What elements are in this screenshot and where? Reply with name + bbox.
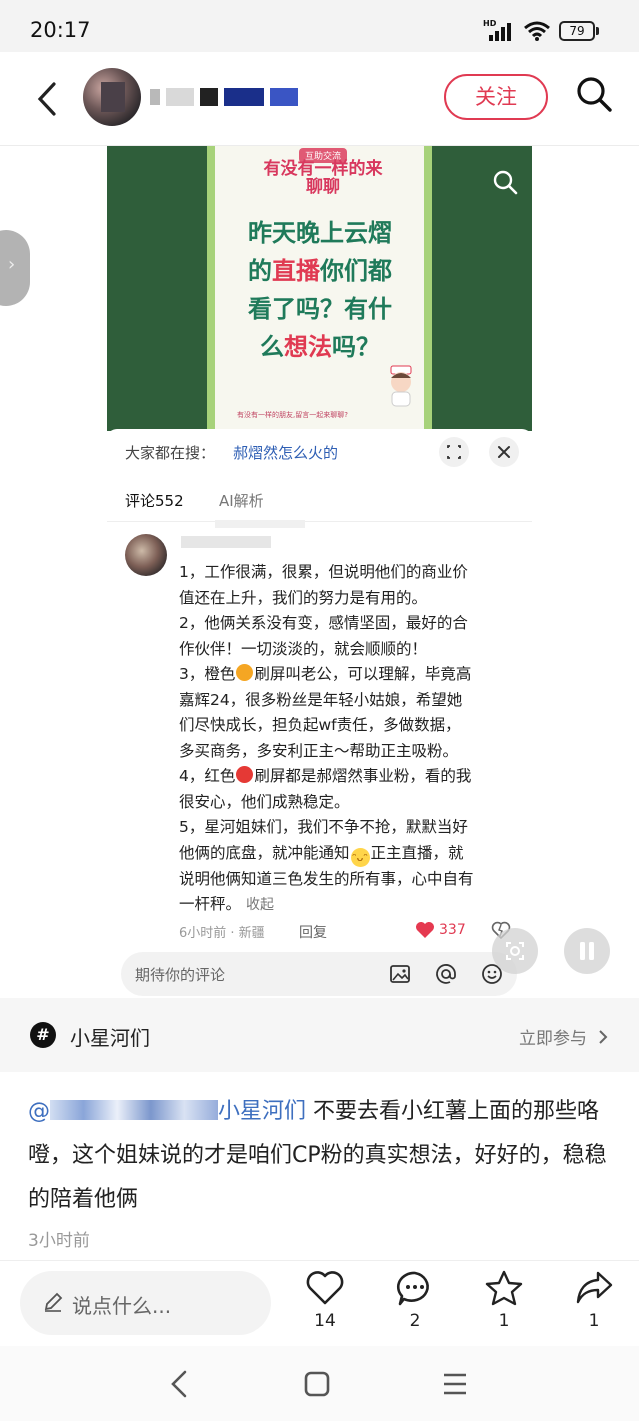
comment-text: 1，工作很满，很累，但说明他们的商业价 值还在上升，我们的努力是有用的。 2，他…	[179, 563, 474, 913]
post-header: 关注	[0, 52, 639, 146]
expand-icon	[447, 445, 461, 459]
status-icons: HD 79	[483, 19, 599, 42]
search-icon	[577, 77, 612, 112]
battery-icon: 79	[559, 21, 599, 41]
trending-keyword[interactable]: 郝熠然怎么火的	[233, 442, 338, 463]
tab-ai-analysis[interactable]: AI解析	[219, 490, 264, 511]
comment-like-button[interactable]: 337	[415, 921, 466, 939]
comment-tabs: 评论552 AI解析	[107, 482, 532, 522]
collapse-link[interactable]: 收起	[246, 897, 274, 913]
share-button[interactable]: 1	[564, 1269, 624, 1339]
like-count: 14	[314, 1311, 336, 1331]
heart-icon	[306, 1271, 344, 1305]
poster-footer: 有没有一样的朋友,留言一起来聊聊?	[237, 411, 348, 419]
join-topic-label: 立即参与	[519, 1029, 587, 1049]
poster-card: 互助交流 有没有一样的来聊聊 昨天晚上云熠 的直播你们都 看了吗？有什 么想法吗…	[207, 146, 432, 431]
comment-count: 2	[409, 1311, 421, 1331]
trending-search-bar[interactable]: 大家都在搜： 郝熠然怎么火的	[107, 429, 532, 475]
pencil-icon	[44, 1292, 63, 1312]
collect-button[interactable]: 1	[474, 1269, 534, 1339]
poster-graphic: 互助交流 有没有一样的来聊聊 昨天晚上云熠 的直播你们都 看了吗？有什 么想法吗…	[107, 146, 532, 431]
close-icon	[498, 446, 510, 458]
chevron-right-icon	[599, 1029, 608, 1044]
close-button[interactable]	[489, 437, 519, 467]
trending-prefix: 大家都在搜：	[125, 444, 216, 462]
post-image[interactable]: 互助交流 有没有一样的来聊聊 昨天晚上云熠 的直播你们都 看了吗？有什 么想法吗…	[107, 146, 532, 998]
share-icon	[576, 1271, 613, 1304]
image-search-icon[interactable]	[491, 168, 519, 196]
expand-button[interactable]	[439, 437, 469, 467]
nav-menu-icon[interactable]	[435, 1364, 475, 1404]
comment-meta: 6小时前 · 新疆	[179, 926, 265, 941]
signal-icon: HD	[483, 19, 515, 41]
say-something-placeholder: 说点什么...	[72, 1294, 172, 1318]
poster-title: 昨天晚上云熠 的直播你们都 看了吗？有什 么想法吗？	[248, 219, 392, 361]
comment-input[interactable]: 期待你的评论	[121, 952, 517, 996]
author-name-redacted[interactable]	[150, 86, 298, 108]
topic-bar[interactable]: # 小星河们 立即参与	[0, 998, 639, 1072]
grin-emoji-icon: ᵔᴗᵔ	[350, 847, 370, 867]
nav-back-icon[interactable]	[160, 1364, 200, 1404]
post-body: @ 小星河们 不要去看小红薯上面的那些咯噔，这个姐妹说的才是咱们CP粉的真实想法，…	[28, 1099, 607, 1212]
tab-comments[interactable]: 评论552	[125, 490, 184, 511]
post-time: 3小时前	[28, 1231, 90, 1251]
pause-icon	[580, 942, 594, 960]
commenter-name-redacted[interactable]	[181, 536, 271, 548]
comment-like-count: 337	[439, 922, 466, 938]
topic-name[interactable]: 小星河们	[70, 1022, 150, 1051]
status-time: 20:17	[30, 18, 91, 42]
follow-button[interactable]: 关注	[444, 74, 548, 120]
search-button[interactable]	[574, 74, 614, 114]
battery-level: 79	[559, 21, 595, 41]
mention-link[interactable]: @ 小星河们	[28, 1099, 306, 1124]
chevron-right-icon: ›	[8, 254, 16, 275]
system-nav-bar	[0, 1346, 639, 1421]
nav-home-icon[interactable]	[297, 1364, 337, 1404]
say-something-input[interactable]: 说点什么...	[20, 1271, 271, 1335]
author-avatar[interactable]	[83, 68, 141, 126]
hashtag-icon: #	[30, 1022, 56, 1048]
poster-subtitle: 有没有一样的来聊聊	[263, 159, 383, 197]
scan-icon	[506, 942, 524, 960]
pause-button[interactable]	[564, 928, 610, 974]
comment-input-placeholder: 期待你的评论	[135, 966, 226, 984]
orange-circle-icon	[236, 664, 254, 681]
side-expand-handle[interactable]: ›	[0, 230, 30, 306]
back-arrow-icon	[37, 82, 56, 116]
mention-icon[interactable]	[435, 963, 457, 985]
star-icon	[485, 1270, 523, 1306]
nurse-illustration-icon	[390, 365, 412, 407]
join-topic-button[interactable]: 立即参与	[519, 1024, 609, 1049]
wifi-icon	[524, 21, 550, 41]
collect-count: 1	[498, 1311, 510, 1331]
reply-button[interactable]: 回复	[299, 922, 327, 942]
scan-button[interactable]	[492, 928, 538, 974]
commenter-avatar[interactable]	[125, 534, 167, 576]
status-bar: 20:17 HD 79	[0, 0, 639, 52]
redaction-bar	[215, 520, 305, 528]
red-circle-icon	[236, 766, 254, 783]
bottom-action-bar: 说点什么... 14 2 1 1	[0, 1260, 639, 1346]
like-button[interactable]: 14	[295, 1269, 355, 1339]
comment-bubble-icon	[396, 1271, 429, 1306]
image-picker-icon[interactable]	[389, 963, 411, 985]
share-count: 1	[588, 1311, 600, 1331]
comment-button[interactable]: 2	[385, 1269, 445, 1339]
back-button[interactable]	[28, 74, 68, 124]
heart-filled-icon	[416, 922, 434, 938]
